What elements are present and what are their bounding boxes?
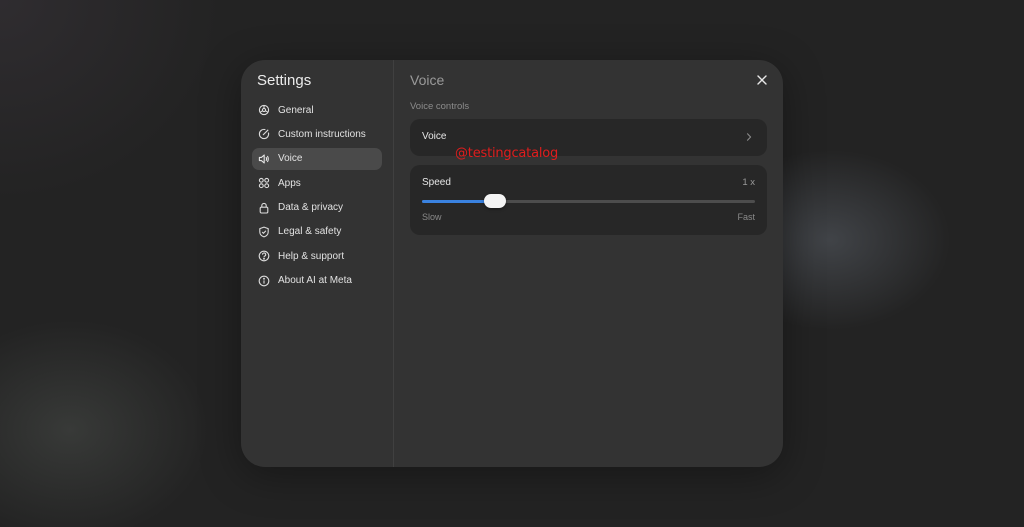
settings-modal: Settings General Custom instructions Voi… [241, 60, 783, 467]
sidebar-item-label: Data & privacy [278, 202, 344, 214]
sidebar-title: Settings [257, 72, 312, 89]
speed-label: Speed [422, 177, 451, 188]
help-circle-icon [258, 250, 270, 262]
apps-grid-icon [258, 177, 270, 189]
sidebar-item-label: Legal & safety [278, 226, 342, 238]
section-label-voice-controls: Voice controls [410, 101, 470, 112]
speed-slider[interactable] [422, 194, 755, 208]
voice-row-label: Voice [422, 131, 447, 142]
settings-content: Voice Voice controls Voice Speed 1 x Slo… [394, 60, 783, 467]
pencil-circle-icon [258, 128, 270, 140]
sidebar-item-custom-instructions[interactable]: Custom instructions [252, 123, 382, 145]
sidebar-item-general[interactable]: General [252, 99, 382, 121]
sidebar-item-label: Apps [278, 177, 301, 189]
sidebar-item-about-ai-at-meta[interactable]: About AI at Meta [252, 270, 382, 292]
speed-slider-thumb[interactable] [484, 194, 507, 208]
sidebar-nav: General Custom instructions Voice Apps D… [252, 99, 382, 294]
sidebar-item-label: General [278, 104, 314, 116]
chevron-right-icon [746, 133, 752, 141]
fast-label: Fast [737, 212, 755, 222]
lock-icon [258, 202, 270, 214]
page-title: Voice [410, 72, 445, 88]
sidebar-item-apps[interactable]: Apps [252, 172, 382, 194]
close-button[interactable] [755, 73, 769, 87]
speed-card: Speed 1 x Slow Fast [410, 165, 767, 235]
close-icon [757, 75, 767, 85]
sidebar-item-label: Voice [278, 153, 303, 165]
speaker-icon [258, 153, 270, 165]
sidebar-item-help-support[interactable]: Help & support [252, 245, 382, 267]
sidebar-item-label: Help & support [278, 250, 345, 262]
sidebar-item-legal-safety[interactable]: Legal & safety [252, 221, 382, 243]
sidebar-item-voice[interactable]: Voice [252, 147, 382, 170]
sidebar-item-label: Custom instructions [278, 128, 366, 140]
slow-label: Slow [422, 212, 442, 222]
sidebar-item-label: About AI at Meta [278, 275, 352, 287]
settings-sidebar: Settings General Custom instructions Voi… [241, 60, 394, 467]
shield-icon [258, 226, 270, 238]
speed-value: 1 x [742, 177, 755, 188]
watermark-text: @testingcatalog [455, 146, 559, 161]
info-circle-icon [258, 275, 270, 287]
gear-icon [258, 104, 270, 116]
sidebar-item-data-privacy[interactable]: Data & privacy [252, 197, 382, 219]
